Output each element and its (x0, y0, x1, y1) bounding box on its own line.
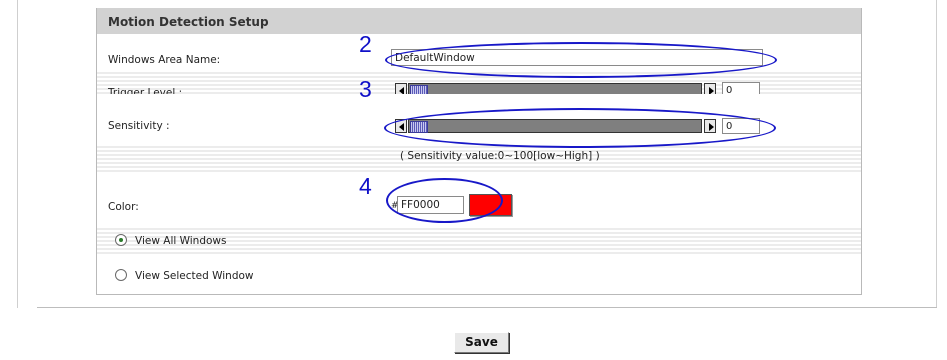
color-label: Color: (108, 201, 139, 213)
save-button[interactable]: Save (454, 332, 509, 353)
window-area-label: Windows Area Name: (108, 54, 221, 66)
radio-selected-dot (119, 238, 123, 242)
view-all-label[interactable]: View All Windows (135, 235, 226, 247)
view-all-row: View All Windows (97, 226, 861, 256)
sensitivity-hint: ( Sensitivity value:0~100[low~High] ) (400, 150, 600, 162)
sensitivity-label: Sensitivity : (108, 120, 170, 132)
view-selected-label[interactable]: View Selected Window (135, 270, 254, 282)
sensitivity-hint-row: ( Sensitivity value:0~100[low~High] ) (97, 144, 861, 174)
view-all-radio[interactable] (115, 234, 127, 246)
annotation-oval-sensitivity (384, 108, 776, 148)
bottom-divider (37, 307, 937, 308)
annotation-number-4: 4 (359, 173, 372, 199)
left-border-line (17, 0, 18, 308)
annotation-number-3: 3 (359, 76, 372, 102)
annotation-oval-color (386, 178, 503, 223)
right-border-line (936, 0, 937, 308)
view-selected-radio[interactable] (115, 269, 127, 281)
panel-header: Motion Detection Setup (97, 8, 861, 34)
view-selected-row: View Selected Window (97, 256, 861, 294)
annotation-number-2: 2 (359, 31, 372, 57)
annotation-oval-window-name (385, 42, 777, 78)
panel-title: Motion Detection Setup (108, 15, 269, 29)
